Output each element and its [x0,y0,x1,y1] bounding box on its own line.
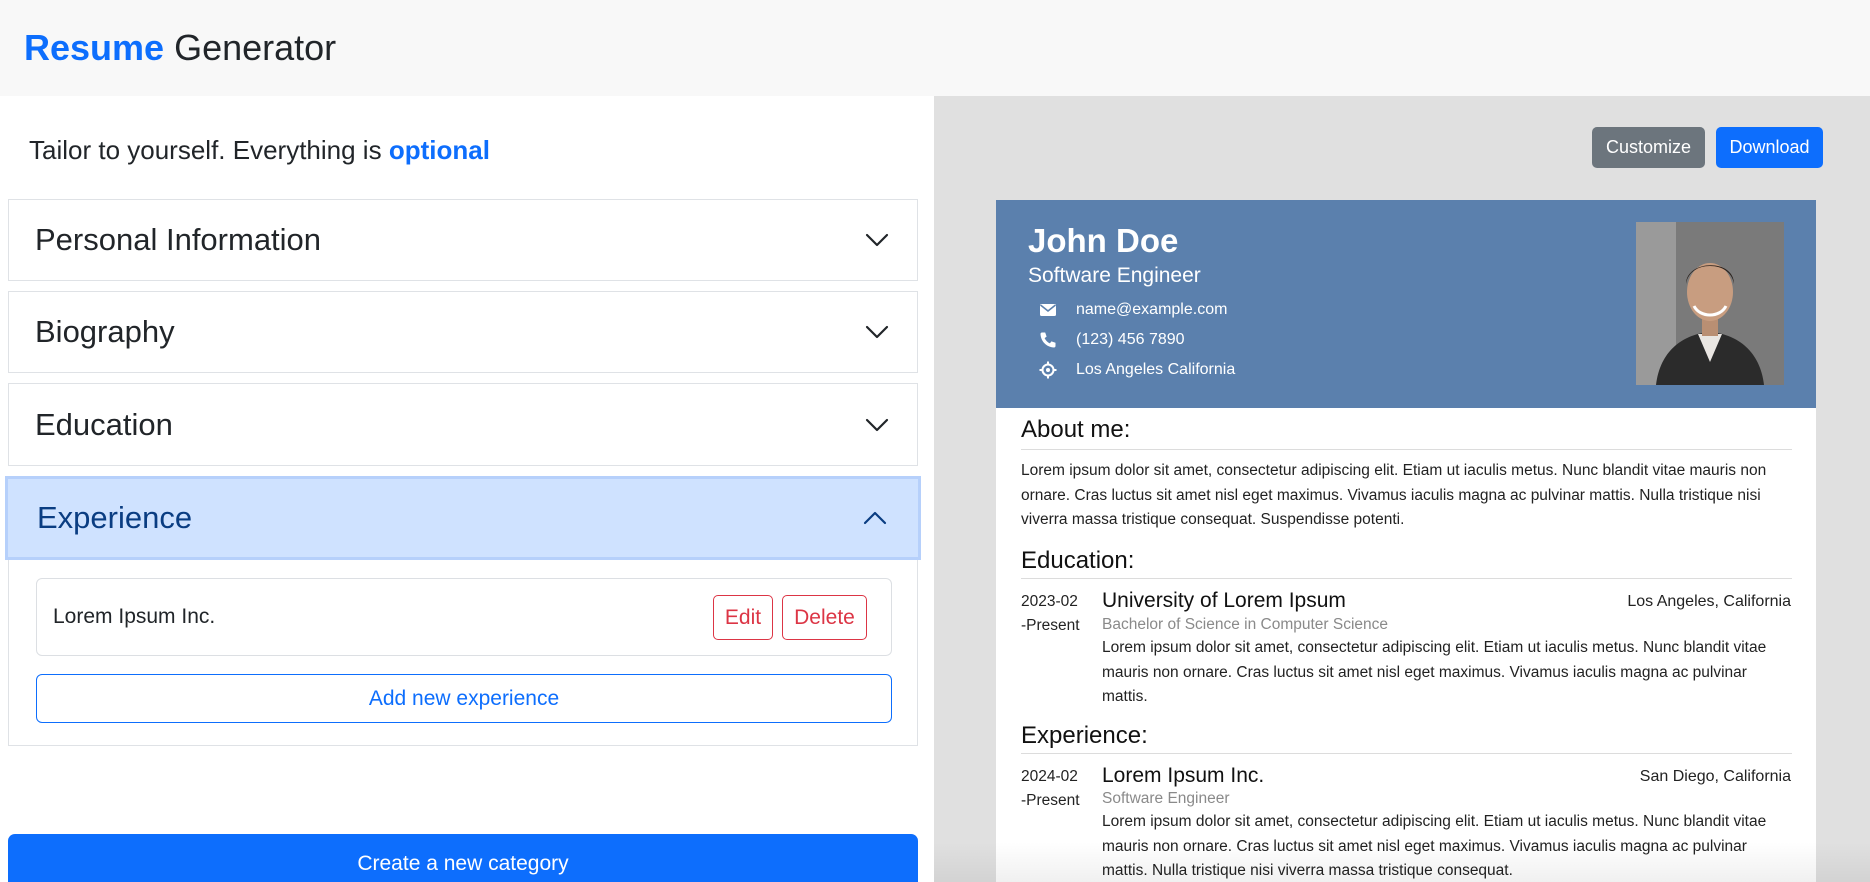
download-button[interactable]: Download [1716,127,1823,168]
education-title-text: University of Lorem Ipsum [1102,589,1346,612]
education-date-end: -Present [1021,617,1080,634]
chevron-down-icon [865,325,889,339]
profile-photo [1636,222,1784,385]
accordion-header-experience[interactable]: Experience [5,476,921,560]
preview-panel: Customize Download John Doe Software Eng… [934,96,1870,882]
contact-phone: (123) 456 7890 [1038,327,1185,353]
create-category-button[interactable]: Create a new category [8,834,918,882]
envelope-icon [1038,300,1058,320]
accordion-title: Experience [37,500,193,535]
section-divider [1021,753,1792,754]
editor-panel: Tailor to yourself. Everything is option… [0,96,934,882]
experience-company: Lorem Ipsum Inc. [1102,764,1265,787]
education-description: Lorem ipsum dolor sit amet, consectetur … [1102,639,1767,705]
brand-rest: Generator [174,27,337,68]
edit-experience-button[interactable]: Edit [713,595,773,640]
experience-date-end: -Present [1021,792,1080,809]
tagline: Tailor to yourself. Everything is option… [29,132,490,168]
accordion-header-education[interactable]: Education [9,384,917,465]
resume-header: John Doe Software Engineer name@example.… [996,200,1816,408]
contact-location: Los Angeles California [1038,357,1235,383]
accordion-education: Education [8,383,918,466]
location-text: Los Angeles California [1076,361,1236,378]
brand-bold: Resume [24,27,165,68]
tagline-accent: optional [388,135,490,165]
section-divider [1021,578,1792,579]
phone-icon [1038,330,1058,350]
experience-title: Experience: [1021,722,1148,749]
email-text: name@example.com [1076,301,1228,318]
add-experience-button[interactable]: Add new experience [36,674,892,723]
experience-name: Lorem Ipsum Inc. [53,605,216,628]
experience-date-start: 2024-02 [1021,768,1078,785]
accordion-header-personal-information[interactable]: Personal Information [9,200,917,280]
contact-email: name@example.com [1038,297,1227,323]
chevron-down-icon [865,233,889,247]
crosshair-icon [1038,360,1058,380]
education-location: Los Angeles, California [1627,593,1791,610]
education-title: Education: [1021,547,1135,574]
accordion-personal-information: Personal Information [8,199,918,281]
accordion-body-experience: Lorem Ipsum Inc. Edit Delete Add new exp… [8,560,918,746]
phone-text: (123) 456 7890 [1076,331,1185,348]
resume-page: John Doe Software Engineer name@example.… [996,200,1816,882]
chevron-down-icon [865,418,889,432]
experience-location: San Diego, California [1639,768,1791,785]
education-date-start: 2023-02 [1021,593,1078,610]
tagline-text: Tailor to yourself. Everything is [29,135,382,165]
navbar: Resume Generator [0,0,1870,96]
accordion-title: Education [35,406,173,442]
chevron-up-icon [863,511,887,525]
about-title: About me: [1021,416,1131,443]
accordion-header-biography[interactable]: Biography [9,292,917,372]
about-text: Lorem ipsum dolor sit amet, consectetur … [1021,462,1767,528]
resume-role: Software Engineer [1028,264,1201,287]
experience-role: Software Engineer [1102,790,1230,807]
brand-logo[interactable]: Resume Generator [24,26,336,70]
section-divider [1021,449,1792,450]
experience-card: Lorem Ipsum Inc. Edit Delete [36,578,892,656]
accordion-title: Biography [35,314,175,349]
resume-name: John Doe [1028,222,1179,259]
delete-experience-button[interactable]: Delete [782,595,867,640]
education-degree: Bachelor of Science in Computer Science [1102,616,1389,633]
accordion-biography: Biography [8,291,918,373]
experience-description: Lorem ipsum dolor sit amet, consectetur … [1102,813,1767,879]
customize-button[interactable]: Customize [1592,127,1705,168]
accordion-title: Personal Information [35,222,322,257]
